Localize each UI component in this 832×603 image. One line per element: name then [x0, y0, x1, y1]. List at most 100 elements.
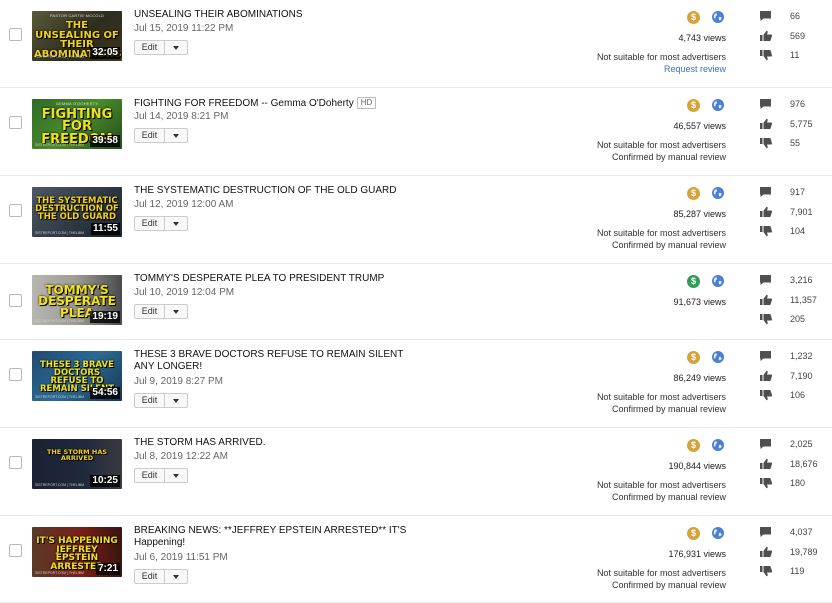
video-title[interactable]: TOMMY'S DESPERATE PLEA TO PRESIDENT TRUM…	[134, 273, 414, 285]
edit-dropdown-button[interactable]	[165, 393, 188, 408]
edit-button[interactable]: Edit	[134, 216, 165, 231]
monetization-status: Not suitable for most advertisers Request…	[597, 51, 726, 75]
video-title[interactable]: THE STORM HAS ARRIVED.	[134, 437, 414, 449]
edit-button[interactable]: Edit	[134, 569, 165, 584]
comment-icon	[759, 10, 773, 22]
edit-button[interactable]: Edit	[134, 304, 165, 319]
video-title-text[interactable]: THESE 3 BRAVE DOCTORS REFUSE TO REMAIN S…	[134, 349, 403, 372]
publish-date: Jul 12, 2019 12:00 AM	[134, 199, 234, 210]
comment-count: 3,216	[790, 275, 813, 285]
publish-date: Jul 9, 2019 8:27 PM	[134, 376, 223, 387]
thumbnail-footer: SISTREPORT.COM | THELIBM	[35, 483, 85, 487]
public-visibility-icon[interactable]	[712, 351, 724, 363]
thumbnail-footer: SISTREPORT.COM | THELIBM	[35, 395, 85, 399]
status-line: Confirmed by manual review	[611, 492, 726, 502]
view-count: 91,673 views	[673, 297, 726, 307]
monetization-status: Not suitable for most advertisers Confirm…	[597, 227, 726, 251]
video-thumbnail[interactable]: THESE 3 BRAVE DOCTORS REFUSE TO REMAIN S…	[32, 351, 122, 401]
like-count: 19,789	[790, 547, 818, 557]
video-title[interactable]: THESE 3 BRAVE DOCTORS REFUSE TO REMAIN S…	[134, 349, 414, 373]
like-count: 11,357	[790, 295, 817, 305]
edit-button-group: Edit	[134, 304, 188, 319]
row-checkbox[interactable]	[9, 204, 22, 217]
video-duration: 39:58	[90, 135, 120, 147]
dislike-count: 180	[790, 478, 806, 488]
video-title[interactable]: BREAKING NEWS: **JEFFREY EPSTEIN ARRESTE…	[134, 525, 414, 549]
edit-button-group: Edit	[134, 569, 188, 584]
edit-button[interactable]: Edit	[134, 468, 165, 483]
monetization-icon[interactable]: $	[687, 351, 700, 364]
dislike-count: 55	[790, 138, 801, 148]
video-thumbnail[interactable]: IT'S HAPPENING JEFFREY EPSTEIN ARRESTED S…	[32, 527, 122, 577]
public-visibility-icon[interactable]	[712, 99, 724, 111]
row-checkbox[interactable]	[9, 294, 22, 307]
video-thumbnail[interactable]: THE STORM HAS ARRIVED SISTREPORT.COM | TH…	[32, 439, 122, 489]
monetization-icon[interactable]: $	[687, 11, 700, 24]
like-count: 18,676	[790, 459, 818, 469]
monetization-icon[interactable]: $	[687, 439, 700, 452]
publish-date: Jul 6, 2019 11:51 PM	[134, 552, 228, 563]
video-title-text[interactable]: UNSEALING THEIR ABOMINATIONS	[134, 9, 303, 20]
status-line: Not suitable for most advertisers	[596, 568, 726, 578]
video-thumbnail[interactable]: GEMMA O'DOHERTY FIGHTING FOR FREEDOM SISTR…	[32, 99, 122, 149]
hd-badge: HD	[356, 97, 377, 109]
monetization-icon[interactable]: $	[687, 527, 700, 540]
edit-dropdown-button[interactable]	[165, 40, 188, 55]
video-title[interactable]: THE SYSTEMATIC DESTRUCTION OF THE OLD GU…	[134, 185, 414, 197]
video-title-text[interactable]: BREAKING NEWS: **JEFFREY EPSTEIN ARRESTE…	[134, 525, 406, 548]
video-title-text[interactable]: TOMMY'S DESPERATE PLEA TO PRESIDENT TRUM…	[134, 273, 384, 284]
comment-count: 917	[790, 187, 806, 197]
monetization-icon[interactable]: $	[687, 187, 700, 200]
monetization-icon[interactable]: $	[687, 275, 700, 288]
video-duration: 7:21	[95, 563, 120, 575]
edit-dropdown-button[interactable]	[165, 216, 188, 231]
status-line: Confirmed by manual review	[611, 240, 726, 250]
row-checkbox[interactable]	[9, 544, 22, 557]
video-thumbnail[interactable]: THE SYSTEMATIC DESTRUCTION OF THE OLD GU…	[32, 187, 122, 237]
edit-dropdown-button[interactable]	[165, 569, 188, 584]
edit-dropdown-button[interactable]	[165, 304, 188, 319]
edit-button[interactable]: Edit	[134, 393, 165, 408]
comment-count: 4,037	[790, 527, 813, 537]
thumbnail-footer: SISTREPORT.COM | THELIBM	[35, 55, 85, 59]
row-checkbox[interactable]	[9, 28, 22, 41]
request-review-link[interactable]: Request review	[597, 63, 726, 75]
publish-date: Jul 8, 2019 12:22 AM	[134, 451, 228, 462]
video-row: TOMMY'S DESPERATE PLEA SISTREPORT.COM | T…	[0, 264, 832, 340]
status-line: Confirmed by manual review	[611, 404, 726, 414]
monetization-icon[interactable]: $	[687, 99, 700, 112]
video-thumbnail[interactable]: PASTOR CARTIE MCCOLD THE UNSEALING OF THE…	[32, 11, 122, 61]
video-title[interactable]: UNSEALING THEIR ABOMINATIONS	[134, 9, 414, 21]
like-count: 7,190	[790, 371, 813, 381]
status-line: Not suitable for most advertisers	[596, 228, 726, 238]
public-visibility-icon[interactable]	[712, 187, 724, 199]
status-line: Not suitable for most advertisers	[596, 52, 726, 62]
status-line: Confirmed by manual review	[611, 152, 726, 162]
edit-dropdown-button[interactable]	[165, 468, 188, 483]
public-visibility-icon[interactable]	[712, 527, 724, 539]
video-title[interactable]: FIGHTING FOR FREEDOM -- Gemma O'Doherty H…	[134, 97, 414, 110]
edit-button[interactable]: Edit	[134, 128, 165, 143]
video-duration: 10:25	[90, 475, 120, 487]
comment-count: 1,232	[790, 351, 813, 361]
video-title-text[interactable]: FIGHTING FOR FREEDOM -- Gemma O'Doherty	[134, 98, 354, 109]
video-thumbnail[interactable]: TOMMY'S DESPERATE PLEA SISTREPORT.COM | T…	[32, 275, 122, 325]
row-checkbox[interactable]	[9, 116, 22, 129]
status-line: Not suitable for most advertisers	[596, 140, 726, 150]
thumbs-up-icon	[759, 206, 773, 218]
public-visibility-icon[interactable]	[712, 11, 724, 23]
edit-button[interactable]: Edit	[134, 40, 165, 55]
video-row: PASTOR CARTIE MCCOLD THE UNSEALING OF THE…	[0, 0, 832, 88]
thumbs-down-icon	[759, 313, 773, 325]
video-duration: 19:19	[90, 311, 120, 323]
row-checkbox[interactable]	[9, 456, 22, 469]
edit-dropdown-button[interactable]	[165, 128, 188, 143]
public-visibility-icon[interactable]	[712, 275, 724, 287]
video-title-text[interactable]: THE STORM HAS ARRIVED.	[134, 437, 266, 448]
row-checkbox[interactable]	[9, 368, 22, 381]
public-visibility-icon[interactable]	[712, 439, 724, 451]
thumbs-down-icon	[759, 49, 773, 61]
video-title-text[interactable]: THE SYSTEMATIC DESTRUCTION OF THE OLD GU…	[134, 185, 396, 196]
video-list: PASTOR CARTIE MCCOLD THE UNSEALING OF THE…	[0, 0, 832, 603]
status-line: Not suitable for most advertisers	[596, 480, 726, 490]
